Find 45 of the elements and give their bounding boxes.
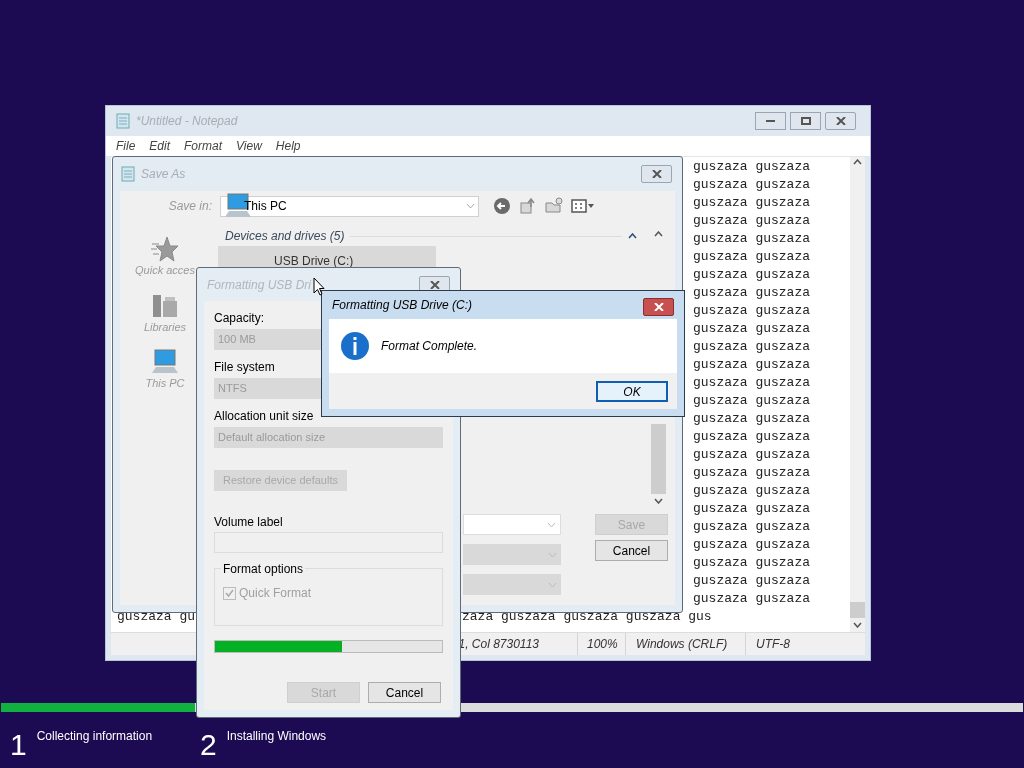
message-text: Format Complete.: [381, 338, 478, 355]
step-number: 1: [10, 728, 27, 762]
status-zoom: 100%: [587, 636, 618, 653]
text-line: guszaza guszaza: [693, 212, 811, 230]
text-line: guszaza guszaza: [693, 356, 811, 374]
step-label: Collecting information: [36, 728, 153, 745]
text-line: guszaza guszaza: [693, 446, 811, 464]
text-line: guszaza guszaza: [693, 266, 811, 284]
save-in-label: Save in:: [167, 198, 212, 215]
text-line: guszaza guszaza: [693, 284, 811, 302]
text-line: guszaza guszaza: [693, 194, 811, 212]
checkbox-label: Quick Format: [239, 585, 311, 602]
text-line: guszaza guszaza: [693, 482, 811, 500]
text-line: guszaza guszaza: [693, 590, 811, 608]
group-header: Devices and drives (5): [225, 228, 345, 245]
text-line: guszaza guszaza: [693, 374, 811, 392]
status-line-ending: Windows (CRLF): [636, 636, 728, 653]
text-line: guszaza guszaza: [693, 536, 811, 554]
field-label: Capacity:: [214, 310, 266, 327]
text-line: guszaza guszaza: [693, 158, 811, 176]
dialog-title: Formatting USB Drive (C:): [332, 297, 473, 314]
text-line: guszaza guszaza: [693, 338, 811, 356]
field-label: File system: [214, 359, 276, 376]
text-line: guszaza guszaza: [693, 392, 811, 410]
text-line: guszaza guszaza: [693, 500, 811, 518]
text-line: guszaza guszaza: [693, 230, 811, 248]
text-line: guszaza guszaza: [693, 464, 811, 482]
field-label: Allocation unit size: [214, 408, 315, 425]
text-line: guszaza guszaza: [693, 248, 811, 266]
text-line: guszaza guszaza: [693, 554, 811, 572]
text-line: guszaza guszaza: [693, 572, 811, 590]
step-label: Installing Windows: [226, 728, 327, 745]
text-line: guszaza guszaza: [693, 518, 811, 536]
text-line: guszaza gu: [117, 608, 195, 626]
window-title: *Untitled - Notepad: [136, 113, 238, 130]
text-line: zaza guszaza guszaza guszaza gus: [462, 608, 712, 626]
step-number: 2: [200, 728, 217, 762]
dialog-title: Save As: [141, 166, 186, 183]
field-label: Volume label: [214, 514, 284, 531]
status-encoding: UTF-8: [756, 636, 790, 653]
text-line: guszaza guszaza: [693, 320, 811, 338]
text-line: guszaza guszaza: [693, 410, 811, 428]
text-line: guszaza guszaza: [693, 428, 811, 446]
text-line: guszaza guszaza: [693, 302, 811, 320]
text-line: guszaza guszaza: [693, 176, 811, 194]
